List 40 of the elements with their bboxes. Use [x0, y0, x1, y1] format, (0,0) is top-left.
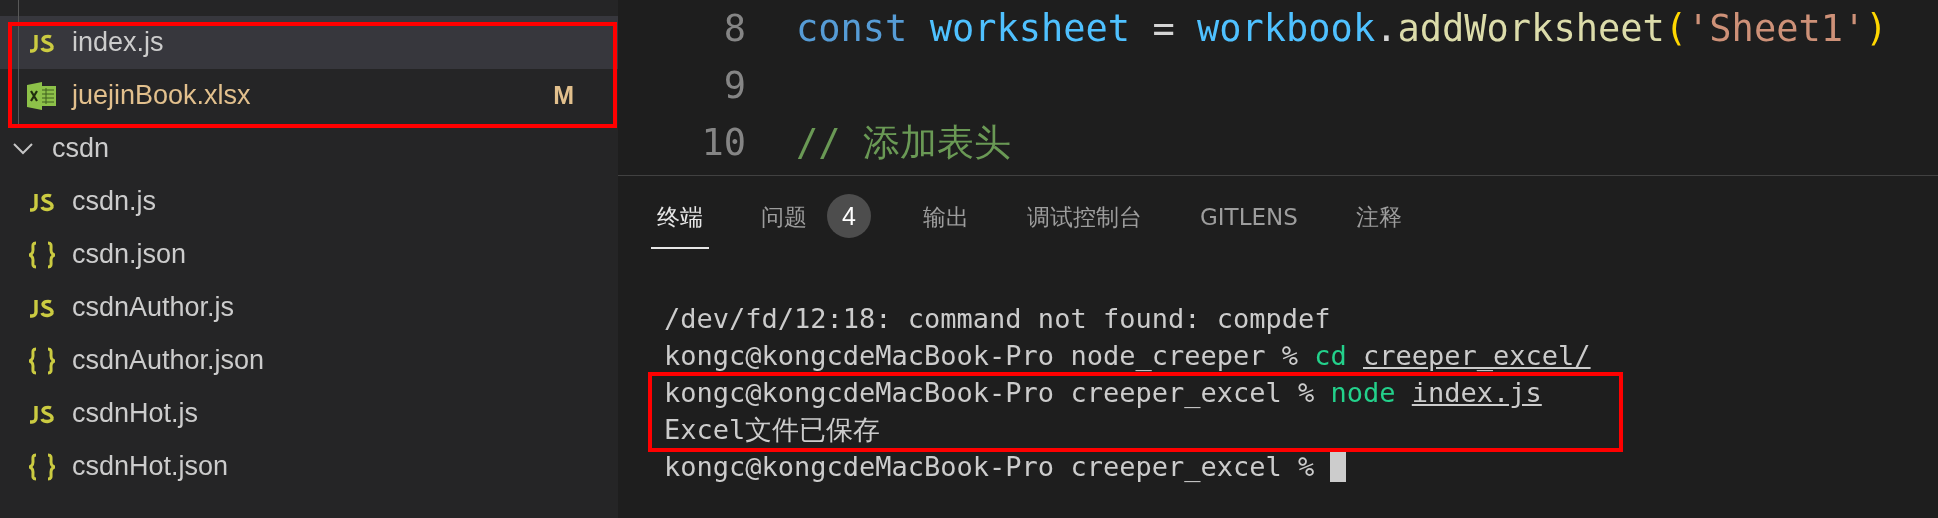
terminal-line: kongc@kongcdeMacBook-Pro creeper_excel % node index.js	[664, 377, 1542, 408]
code-line: const worksheet = workbook.addWorksheet('Sheet1')	[796, 7, 1888, 50]
file-item[interactable]: csdnHot.js	[0, 387, 618, 440]
line-number: 9	[722, 64, 746, 107]
modified-label: M	[553, 81, 574, 110]
file-name: juejinBook.xlsx	[72, 80, 251, 111]
file-name: csdn.js	[72, 186, 157, 217]
panel-tab[interactable]: GITLENS	[1194, 186, 1304, 246]
terminal-line: /dev/fd/12:18: command not found: compdef	[664, 303, 1331, 334]
braces-icon	[26, 240, 58, 269]
file-name: index.js	[72, 27, 164, 58]
file-item[interactable]: csdnAuthor.json	[0, 334, 618, 387]
file-item[interactable]: csdnHot.json	[0, 440, 618, 493]
file-name: csdn.json	[72, 239, 187, 270]
line-number: 8	[722, 7, 746, 50]
file-name: csdnHot.json	[72, 451, 229, 482]
panel-tab[interactable]: 输出	[917, 183, 975, 249]
terminal-line: Excel文件已保存	[664, 412, 881, 447]
terminal-line: kongc@kongcdeMacBook-Pro creeper_excel %	[664, 451, 1316, 482]
file-item[interactable]: index.js	[0, 16, 618, 69]
braces-icon	[26, 452, 58, 481]
file-name: csdnAuthor.js	[72, 292, 235, 323]
spreadsheet-icon	[26, 81, 58, 110]
panel-tab[interactable]: 调试控制台	[1021, 183, 1148, 249]
count-badge: 4	[827, 194, 871, 238]
file-name: csdnAuthor.json	[72, 345, 265, 376]
panel-tab[interactable]: 问题	[755, 183, 813, 249]
file-name: csdnHot.js	[72, 398, 199, 429]
folder-item[interactable]: csdn	[0, 122, 618, 175]
terminal-line: kongc@kongcdeMacBook-Pro node_creeper % cd creeper_excel/	[664, 340, 1591, 371]
folder-name: csdn	[52, 133, 110, 164]
file-item[interactable]: juejinBook.xlsx M	[0, 69, 618, 122]
file-item[interactable]: csdn.js	[0, 175, 618, 228]
panel-tab[interactable]: 注释	[1349, 183, 1408, 249]
line-number: 10	[700, 121, 746, 164]
code-line: // 添加表头	[796, 119, 1011, 166]
panel-tab[interactable]: 终端	[651, 183, 709, 249]
braces-icon	[26, 346, 58, 375]
file-item[interactable]: csdn.json	[0, 228, 618, 281]
file-item[interactable]: csdnAuthor.js	[0, 281, 618, 334]
